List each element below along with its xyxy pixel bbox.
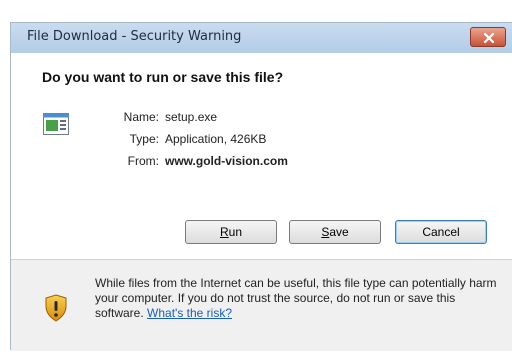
run-button[interactable]: Run: [185, 220, 277, 244]
warning-panel: While files from the Internet can be use…: [11, 260, 512, 351]
type-row: Type: Application, 426KB: [105, 128, 288, 150]
cancel-label: Cancel: [422, 225, 460, 239]
security-warning-dialog: File Download - Security Warning Do you …: [10, 22, 512, 351]
warning-message: While files from the Internet can be use…: [95, 276, 500, 321]
cancel-button[interactable]: Cancel: [395, 220, 487, 244]
save-mnemonic: S: [321, 225, 330, 239]
dialog-question: Do you want to run or save this file?: [42, 69, 284, 85]
dialog-content: Do you want to run or save this file? Na…: [11, 53, 512, 259]
whats-the-risk-link[interactable]: What's the risk?: [147, 306, 232, 320]
type-label: Type:: [129, 132, 159, 146]
window-title: File Download - Security Warning: [27, 29, 242, 44]
from-value: www.gold-vision.com: [165, 154, 288, 168]
name-label: Name:: [123, 110, 159, 124]
save-label-rest: ave: [329, 225, 349, 239]
title-bar[interactable]: File Download - Security Warning: [11, 23, 512, 53]
close-icon: [483, 32, 495, 44]
name-row: Name: setup.exe: [105, 106, 288, 128]
from-label: From:: [127, 154, 159, 168]
warning-shield-icon: [45, 294, 67, 322]
name-value: setup.exe: [165, 110, 218, 124]
file-details: Name: setup.exe Type: Application, 426KB…: [105, 106, 288, 172]
from-row: From: www.gold-vision.com: [105, 150, 288, 172]
application-file-icon: [43, 113, 69, 135]
type-value: Application, 426KB: [165, 132, 267, 146]
close-button[interactable]: [470, 27, 506, 47]
run-label-rest: un: [228, 225, 243, 239]
run-mnemonic: R: [219, 225, 229, 239]
save-button[interactable]: Save: [289, 220, 381, 244]
